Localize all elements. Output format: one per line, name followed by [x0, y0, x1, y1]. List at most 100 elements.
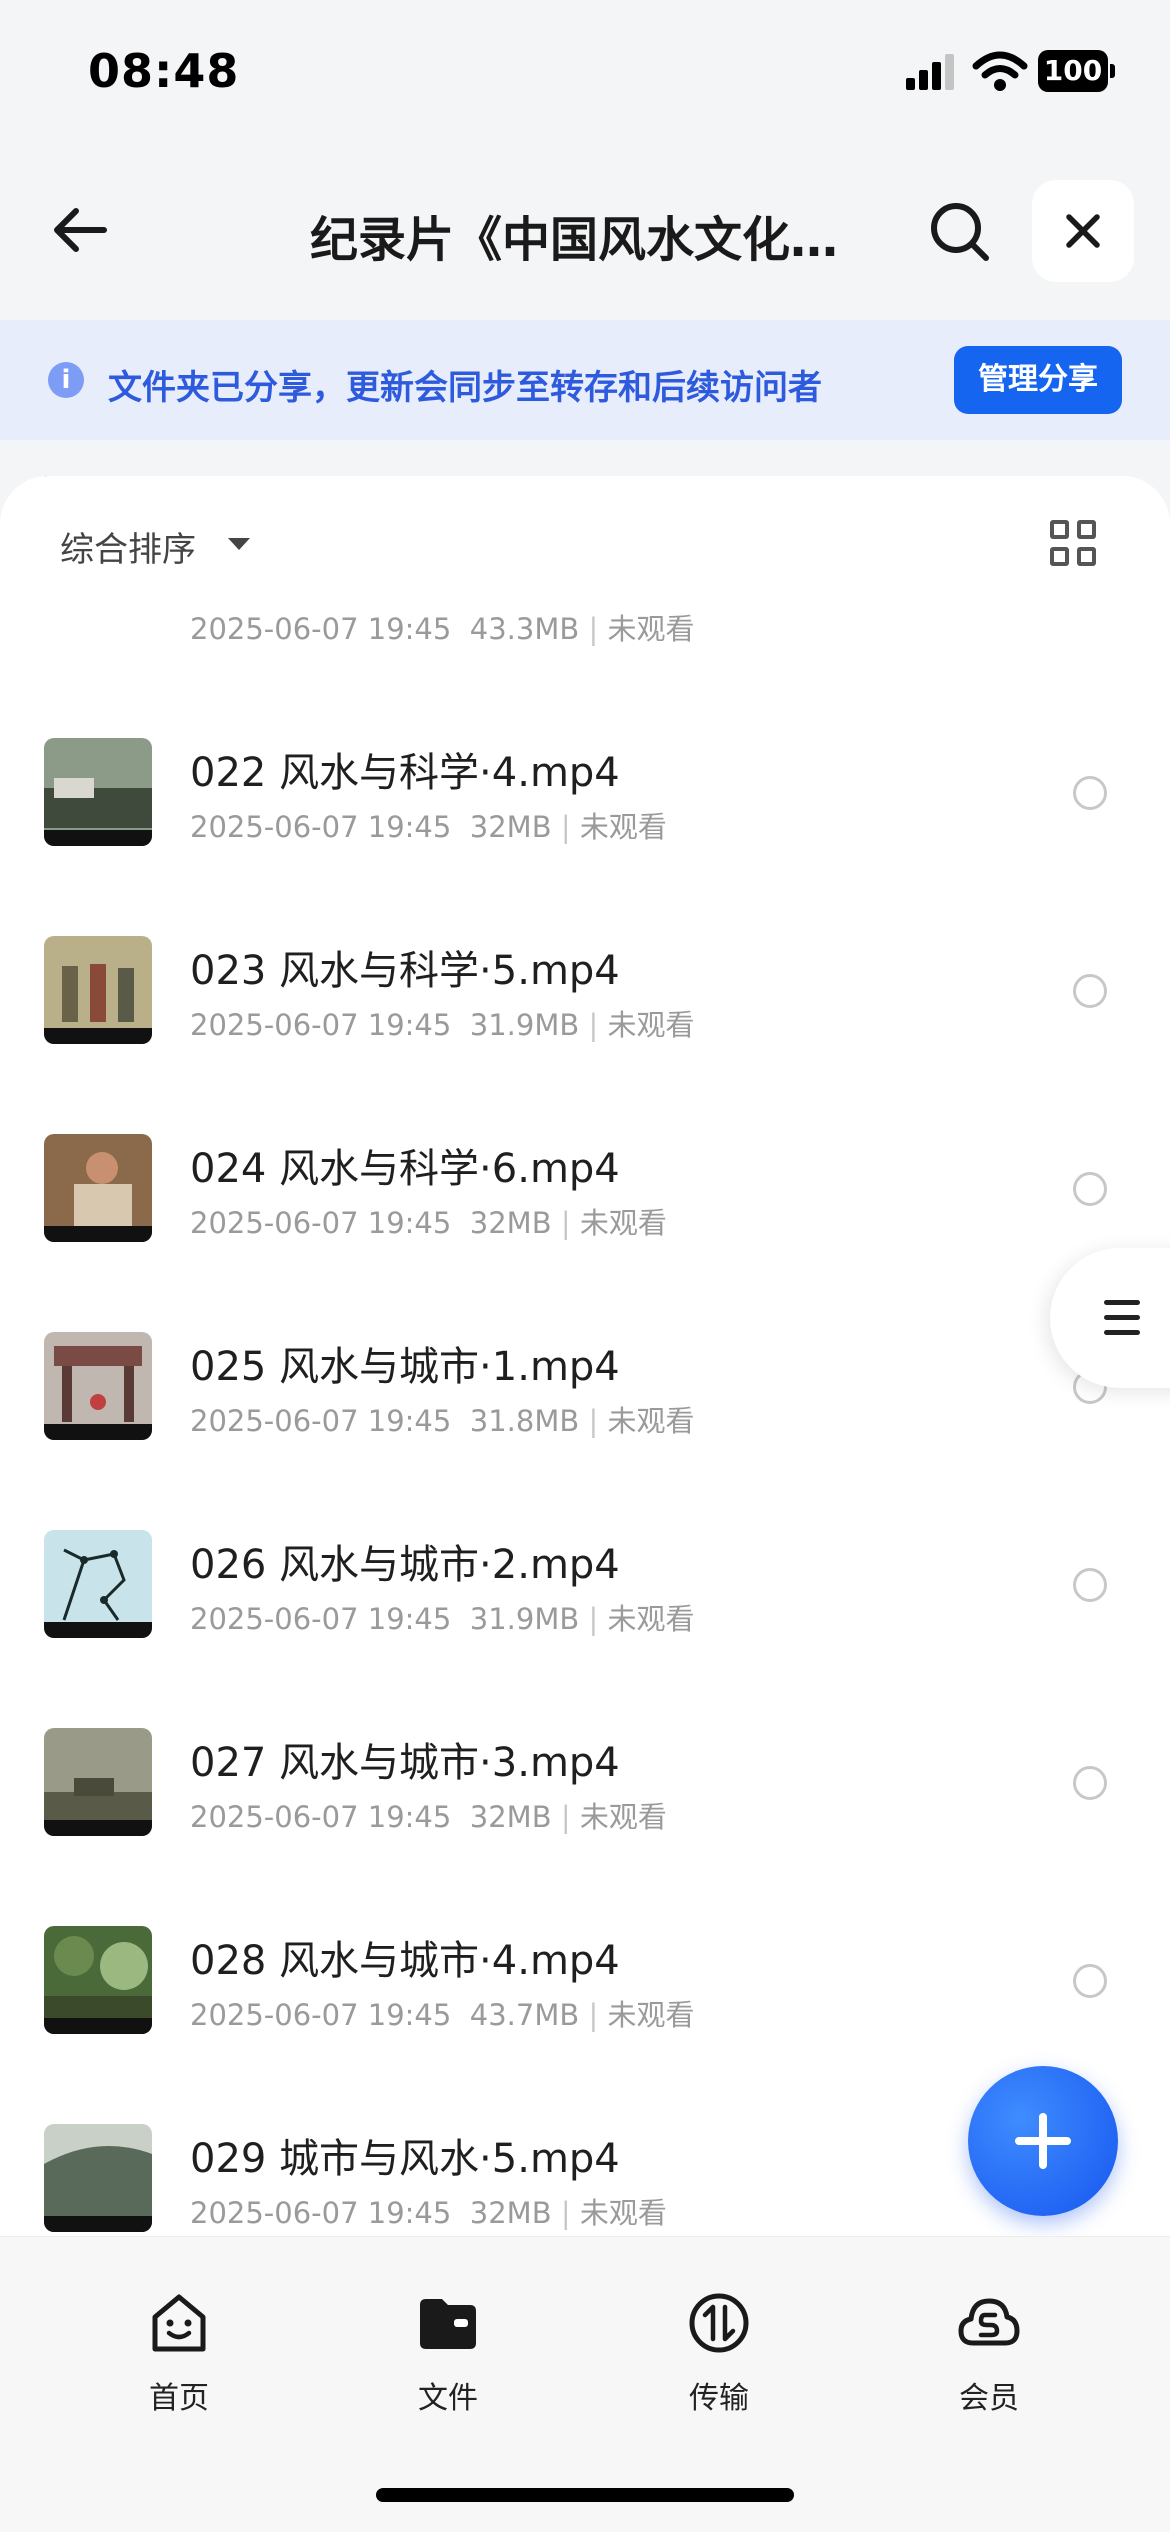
status-time: 08:48: [88, 44, 240, 98]
file-meta: 2025-06-07 19:45 32MB | 未观看: [190, 1800, 667, 1834]
file-date: 2025-06-07 19:45: [190, 1800, 452, 1834]
file-list-card: 2025-06-07 19:45 43.3MB | 未观看 022 风水与科学·…: [0, 476, 1170, 2236]
file-date: 2025-06-07 19:45: [190, 810, 452, 844]
menu-icon: [1104, 1300, 1140, 1305]
video-thumbnail: [44, 1728, 152, 1836]
list-item[interactable]: 025 风水与城市·1.mp4 2025-06-07 19:45 31.8MB …: [0, 1332, 1170, 1530]
info-icon: i: [48, 362, 84, 398]
nav-item-files[interactable]: 文件: [383, 2291, 513, 2421]
file-size: 32MB: [469, 1206, 552, 1240]
file-name: 025 风水与城市·1.mp4: [190, 1344, 620, 1390]
file-size: 31.9MB: [469, 1602, 580, 1636]
file-name: 026 风水与城市·2.mp4: [190, 1542, 620, 1588]
watch-status: 未观看: [579, 810, 667, 844]
file-meta: 2025-06-07 19:45 32MB | 未观看: [190, 810, 667, 844]
file-date: 2025-06-07 19:45: [190, 612, 452, 646]
list-item[interactable]: 024 风水与科学·6.mp4 2025-06-07 19:45 32MB | …: [0, 1134, 1170, 1332]
file-size: 32MB: [469, 2196, 552, 2230]
file-size: 32MB: [469, 810, 552, 844]
nav-label: 首页: [149, 2381, 209, 2416]
battery-icon: 100: [1038, 50, 1116, 92]
folder-icon: [420, 2299, 476, 2349]
search-icon: [931, 203, 989, 261]
file-size: 32MB: [469, 1800, 552, 1834]
nav-item-vip[interactable]: 会员: [924, 2291, 1054, 2421]
arrow-left-icon: [54, 208, 107, 252]
cellular-signal-icon: [906, 54, 954, 90]
file-size: 43.3MB: [469, 612, 580, 646]
file-name: 029 城市与风水·5.mp4: [190, 2136, 620, 2182]
select-radio[interactable]: [1073, 776, 1107, 810]
share-notice-text: 文件夹已分享，更新会同步至转存和后续访问者: [108, 368, 822, 408]
video-thumbnail: [44, 1134, 152, 1242]
select-radio[interactable]: [1073, 1964, 1107, 1998]
file-meta: 2025-06-07 19:45 32MB | 未观看: [190, 1206, 667, 1240]
grid-view-icon[interactable]: [1050, 520, 1098, 568]
header: 纪录片《中国风水文化…: [0, 170, 1170, 290]
status-bar: 08:48 100: [0, 0, 1170, 140]
file-meta: 2025-06-07 19:45 31.8MB | 未观看: [190, 1404, 695, 1438]
add-button[interactable]: [968, 2066, 1118, 2216]
share-notice-banner: i 文件夹已分享，更新会同步至转存和后续访问者 管理分享: [0, 320, 1170, 440]
file-size: 43.7MB: [469, 1998, 580, 2032]
transfer-icon: [689, 2293, 749, 2353]
sort-bar: 综合排序: [0, 476, 1170, 606]
file-date: 2025-06-07 19:45: [190, 1008, 452, 1042]
file-name: 022 风水与科学·4.mp4: [190, 750, 620, 796]
select-radio[interactable]: [1073, 1568, 1107, 1602]
watch-status: 未观看: [607, 1404, 695, 1438]
select-radio[interactable]: [1073, 974, 1107, 1008]
file-date: 2025-06-07 19:45: [190, 2196, 452, 2230]
close-button[interactable]: [1032, 180, 1134, 282]
watch-status: 未观看: [607, 612, 695, 646]
select-radio[interactable]: [1073, 1172, 1107, 1206]
close-icon: [1066, 214, 1100, 248]
file-meta: 2025-06-07 19:45 43.3MB | 未观看: [190, 612, 695, 646]
nav-label: 会员: [959, 2381, 1019, 2416]
caret-down-icon[interactable]: [228, 538, 250, 550]
file-name: 023 风水与科学·5.mp4: [190, 948, 620, 994]
list-item[interactable]: 027 风水与城市·3.mp4 2025-06-07 19:45 32MB | …: [0, 1728, 1170, 1926]
watch-status: 未观看: [579, 1800, 667, 1834]
file-name: 027 风水与城市·3.mp4: [190, 1740, 620, 1786]
search-button[interactable]: [920, 192, 1000, 272]
file-date: 2025-06-07 19:45: [190, 1998, 452, 2032]
file-meta: 2025-06-07 19:45 31.9MB | 未观看: [190, 1008, 695, 1042]
select-radio[interactable]: [1073, 1766, 1107, 1800]
file-name: 028 风水与城市·4.mp4: [190, 1938, 620, 1984]
file-meta: 2025-06-07 19:45 31.9MB | 未观看: [190, 1602, 695, 1636]
file-size: 31.9MB: [469, 1008, 580, 1042]
wifi-icon: [972, 51, 1028, 91]
video-thumbnail: [44, 936, 152, 1044]
watch-status: 未观看: [607, 1602, 695, 1636]
manage-share-button[interactable]: 管理分享: [954, 346, 1122, 414]
battery-level: 100: [1038, 50, 1108, 92]
video-thumbnail: [44, 738, 152, 846]
page-title: 纪录片《中国风水文化…: [310, 212, 839, 268]
vip-cloud-icon: [958, 2298, 1020, 2346]
back-button[interactable]: [40, 190, 120, 270]
nav-item-transfer[interactable]: 传输: [654, 2291, 784, 2421]
watch-status: 未观看: [579, 2196, 667, 2230]
video-thumbnail: [44, 1332, 152, 1440]
sort-dropdown[interactable]: 综合排序: [60, 522, 196, 571]
file-size: 31.8MB: [469, 1404, 580, 1438]
file-meta: 2025-06-07 19:45 43.7MB | 未观看: [190, 1998, 695, 2032]
list-item[interactable]: 023 风水与科学·5.mp4 2025-06-07 19:45 31.9MB …: [0, 936, 1170, 1134]
nav-label: 文件: [418, 2381, 478, 2416]
list-item[interactable]: 022 风水与科学·4.mp4 2025-06-07 19:45 32MB | …: [0, 738, 1170, 936]
file-date: 2025-06-07 19:45: [190, 1404, 452, 1438]
file-meta: 2025-06-07 19:45 32MB | 未观看: [190, 2196, 667, 2230]
list-item[interactable]: 026 风水与城市·2.mp4 2025-06-07 19:45 31.9MB …: [0, 1530, 1170, 1728]
watch-status: 未观看: [607, 1008, 695, 1042]
file-date: 2025-06-07 19:45: [190, 1206, 452, 1240]
file-date: 2025-06-07 19:45: [190, 1602, 452, 1636]
home-face-icon: [152, 2294, 206, 2352]
nav-item-home[interactable]: 首页: [114, 2291, 244, 2421]
file-name: 024 风水与科学·6.mp4: [190, 1146, 620, 1192]
watch-status: 未观看: [579, 1206, 667, 1240]
home-indicator: [376, 2488, 794, 2502]
nav-label: 传输: [689, 2381, 749, 2416]
video-thumbnail: [44, 1926, 152, 2034]
video-thumbnail: [44, 1530, 152, 1638]
